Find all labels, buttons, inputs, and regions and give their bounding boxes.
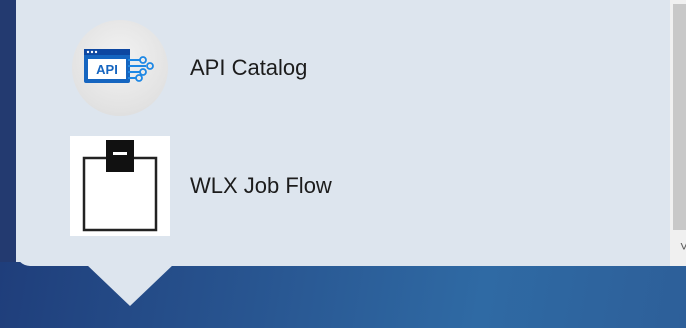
popup-pointer	[86, 264, 174, 306]
api-catalog-icon: API	[70, 18, 170, 118]
menu-item-label: API Catalog	[190, 55, 308, 80]
vertical-scrollbar[interactable]: ˅	[670, 0, 686, 266]
scrollbar-thumb[interactable]	[673, 4, 686, 230]
svg-text:API: API	[96, 62, 118, 77]
menu-item-wlx-job-flow[interactable]: WLX Job Flow	[70, 136, 590, 236]
scroll-down-arrow[interactable]: ˅	[670, 232, 686, 260]
menu-item-label: WLX Job Flow	[190, 173, 332, 198]
menu-item-api-catalog[interactable]: API API Catalog	[70, 18, 590, 118]
clipboard-icon	[70, 136, 170, 236]
